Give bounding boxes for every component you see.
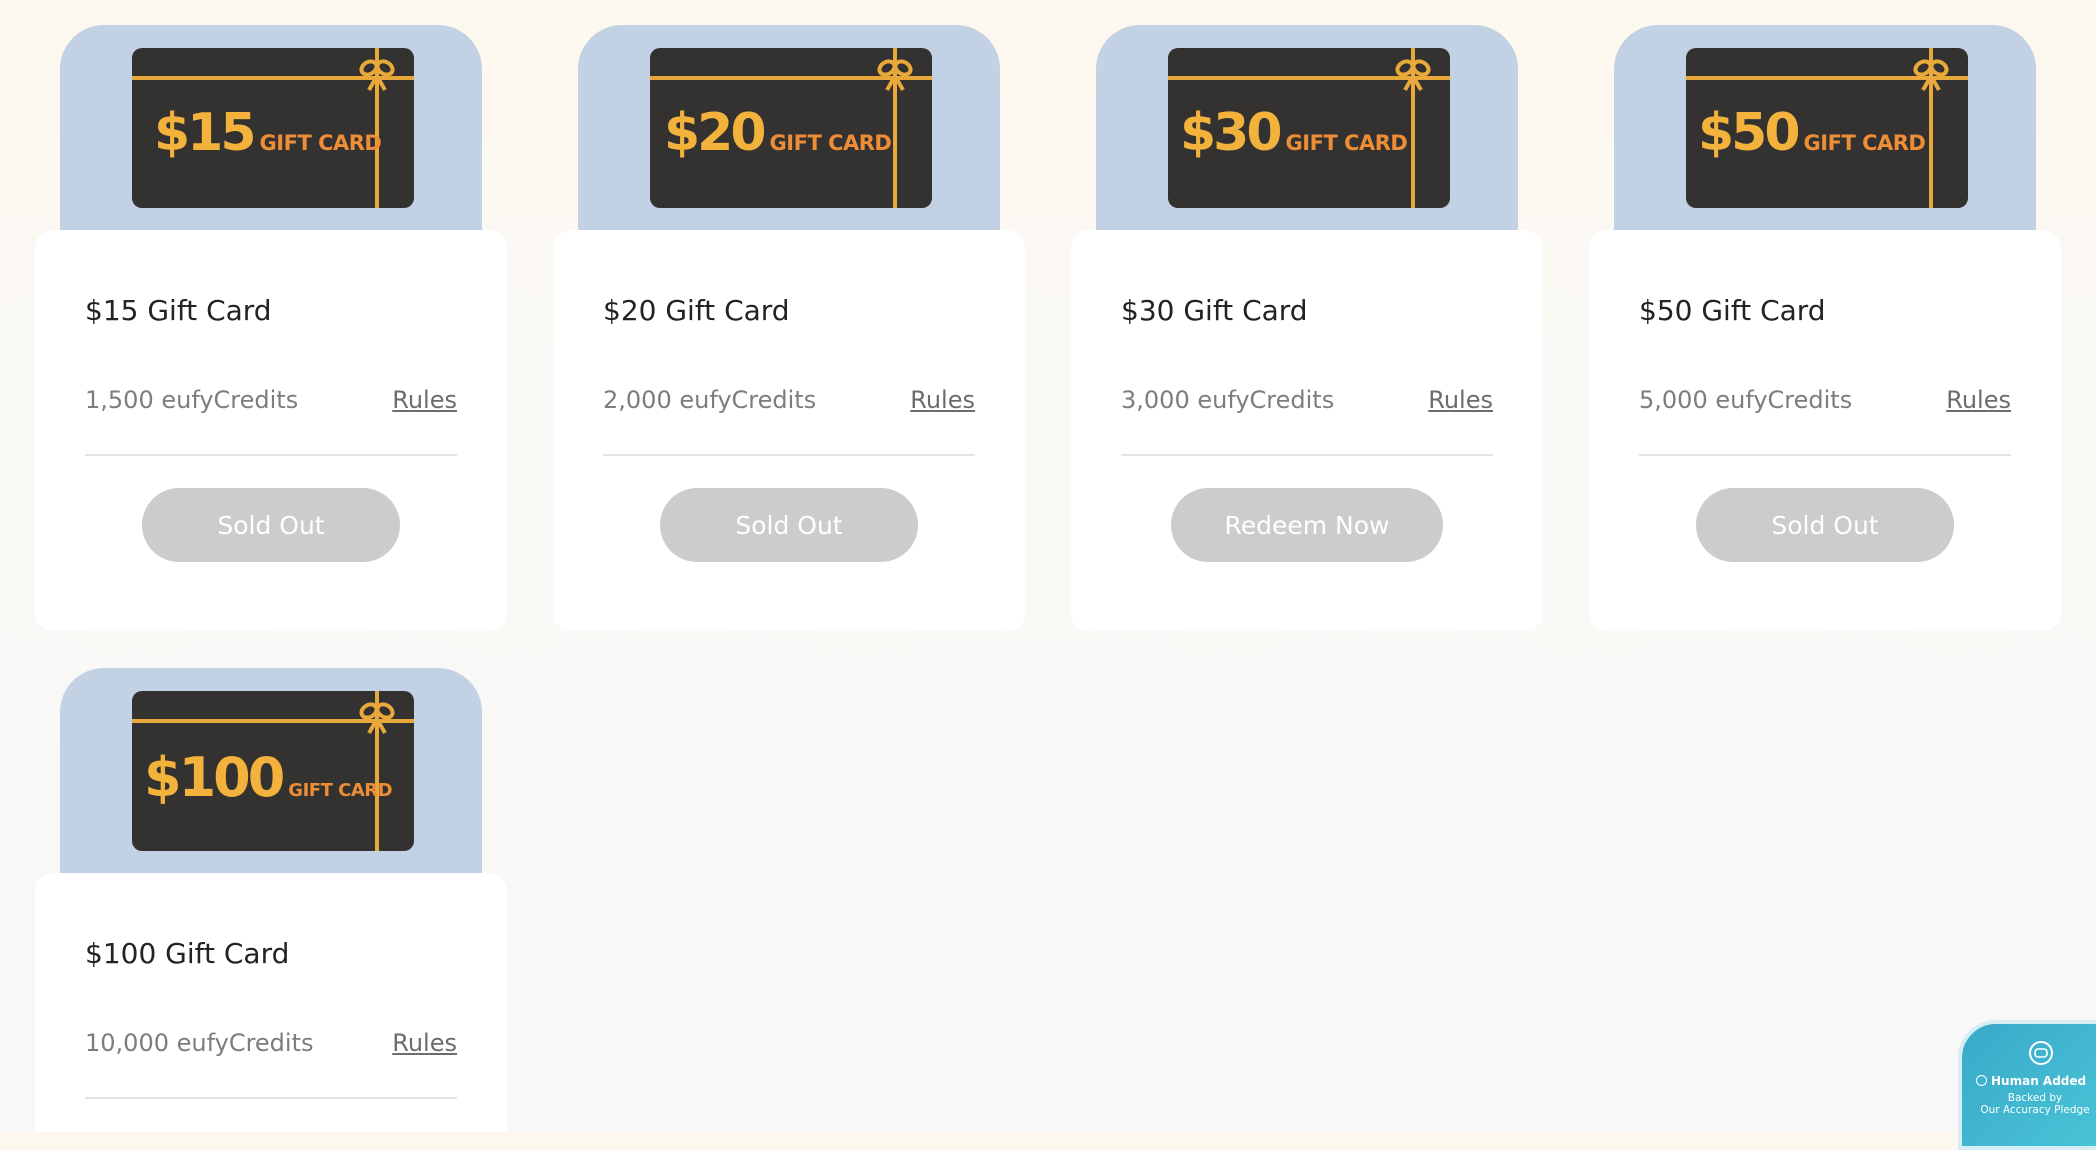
badge-subtitle: Backed by Our Accuracy Pledge xyxy=(1970,1092,2096,1116)
gift-card-image-text: $100 GIFT CARD xyxy=(144,746,393,809)
redeem-now-button[interactable]: Redeem Now xyxy=(1171,488,1443,562)
rules-link[interactable]: Rules xyxy=(392,386,457,414)
gift-card-image-panel: $50 GIFT CARD xyxy=(1614,25,2036,230)
gift-card-title: $100 Gift Card xyxy=(85,937,290,970)
gift-card-credits: 2,000 eufyCredits xyxy=(603,386,817,414)
gift-card-image-panel: $100 GIFT CARD xyxy=(60,668,482,873)
sold-out-button[interactable]: Sold Out xyxy=(142,488,400,562)
gift-card-30: $30 GIFT CARD $30 Gift Card 3,000 eufyCre… xyxy=(1071,25,1543,631)
gift-card-body: $15 Gift Card 1,500 eufyCredits Rules So… xyxy=(35,230,507,631)
accuracy-pledge-badge[interactable]: Human Added Backed by Our Accuracy Pledg… xyxy=(1958,1020,2096,1150)
gift-card-image-amount: $50 xyxy=(1698,103,1801,163)
gift-card-image: $20 GIFT CARD xyxy=(650,48,932,208)
gift-card-15: $15 GIFT CARD $15 Gift Card 1,500 eufyCre… xyxy=(35,25,507,631)
gift-card-credits: 10,000 eufyCredits xyxy=(85,1029,314,1057)
gift-card-title: $15 Gift Card xyxy=(85,294,272,327)
gift-card-image: $100 GIFT CARD xyxy=(132,691,414,851)
gift-card-image-text: $15 GIFT CARD xyxy=(154,103,382,163)
gift-card-body: $100 Gift Card 10,000 eufyCredits Rules xyxy=(35,873,507,1132)
gift-card-image-label: GIFT CARD xyxy=(288,780,393,801)
rules-link[interactable]: Rules xyxy=(910,386,975,414)
gift-card-image: $15 GIFT CARD xyxy=(132,48,414,208)
gift-card-image-amount: $20 xyxy=(664,103,767,163)
badge-line-1: Backed by xyxy=(2007,1092,2063,1104)
gift-card-image-panel: $20 GIFT CARD xyxy=(578,25,1000,230)
gift-card-image-label: GIFT CARD xyxy=(1803,131,1926,155)
gift-card-image: $50 GIFT CARD xyxy=(1686,48,1968,208)
gift-card-image: $30 GIFT CARD xyxy=(1168,48,1450,208)
gift-card-image-amount: $30 xyxy=(1180,103,1283,163)
gift-card-credits: 1,500 eufyCredits xyxy=(85,386,299,414)
divider xyxy=(603,454,975,456)
gift-card-body: $20 Gift Card 2,000 eufyCredits Rules So… xyxy=(553,230,1025,631)
gift-card-title: $50 Gift Card xyxy=(1639,294,1826,327)
bow-icon xyxy=(359,59,395,91)
gift-card-credits: 3,000 eufyCredits xyxy=(1121,386,1335,414)
bow-icon xyxy=(877,59,913,91)
gift-card-body: $30 Gift Card 3,000 eufyCredits Rules Re… xyxy=(1071,230,1543,631)
gift-card-image-text: $20 GIFT CARD xyxy=(664,103,892,163)
gift-card-credits: 5,000 eufyCredits xyxy=(1639,386,1853,414)
gift-card-image-label: GIFT CARD xyxy=(769,131,892,155)
gift-card-image-panel: $30 GIFT CARD xyxy=(1096,25,1518,230)
gift-card-20: $20 GIFT CARD $20 Gift Card 2,000 eufyCre… xyxy=(553,25,1025,631)
check-circle-icon xyxy=(1976,1075,1987,1086)
gift-card-image-text: $30 GIFT CARD xyxy=(1180,103,1408,163)
bow-icon xyxy=(1395,59,1431,91)
gift-card-image-amount: $15 xyxy=(154,103,257,163)
bow-icon xyxy=(359,702,395,734)
rules-link[interactable]: Rules xyxy=(392,1029,457,1057)
sold-out-button[interactable]: Sold Out xyxy=(660,488,918,562)
gift-card-image-panel: $15 GIFT CARD xyxy=(60,25,482,230)
gift-card-image-amount: $100 xyxy=(144,746,285,809)
gift-card-image-text: $50 GIFT CARD xyxy=(1698,103,1926,163)
divider xyxy=(85,454,457,456)
badge-title-text: Human Added xyxy=(1991,1074,2087,1088)
bow-icon xyxy=(1913,59,1949,91)
sold-out-button[interactable]: Sold Out xyxy=(1696,488,1954,562)
rules-link[interactable]: Rules xyxy=(1428,386,1493,414)
gift-card-title: $30 Gift Card xyxy=(1121,294,1308,327)
gift-card-body: $50 Gift Card 5,000 eufyCredits Rules So… xyxy=(1589,230,2061,631)
gift-card-title: $20 Gift Card xyxy=(603,294,790,327)
rules-link[interactable]: Rules xyxy=(1946,386,2011,414)
divider xyxy=(1639,454,2011,456)
badge-line-2: Our Accuracy Pledge xyxy=(1980,1104,2090,1116)
divider xyxy=(1121,454,1493,456)
gift-card-100: $100 GIFT CARD $100 Gift Card 10,000 eufy… xyxy=(35,668,507,1132)
divider xyxy=(85,1097,457,1099)
badge-title: Human Added xyxy=(1976,1074,2086,1088)
gift-card-image-label: GIFT CARD xyxy=(259,131,382,155)
gift-card-50: $50 GIFT CARD $50 Gift Card 5,000 eufyCre… xyxy=(1589,25,2061,631)
gift-card-image-label: GIFT CARD xyxy=(1285,131,1408,155)
chat-bubble-icon xyxy=(2029,1041,2053,1065)
